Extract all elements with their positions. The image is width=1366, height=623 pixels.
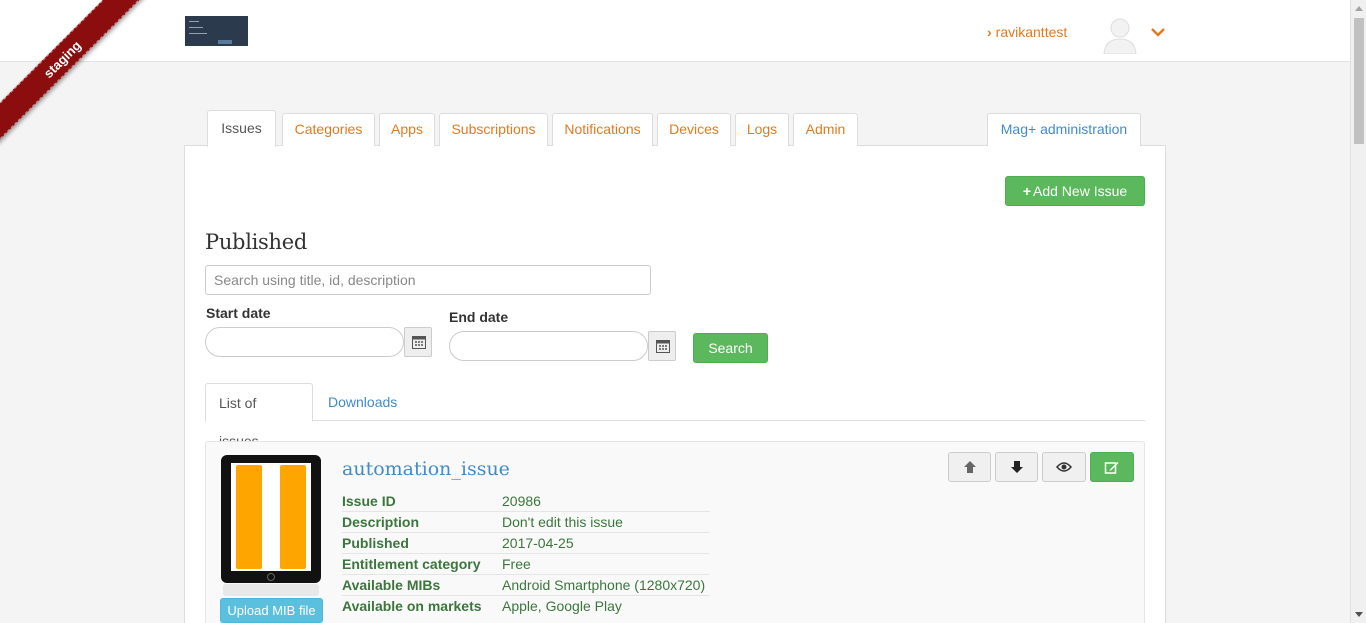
field-label: Available MIBs [342,577,441,593]
search-button[interactable]: Search [693,333,768,363]
end-date-input[interactable] [449,331,648,361]
issue-field-row: Description Don't edit this issue [342,512,710,533]
chevron-right-icon: › [987,24,992,40]
field-label: Description [342,514,420,530]
issue-cover-thumbnail[interactable] [221,455,321,583]
tab-subscriptions[interactable]: Subscriptions [439,113,548,146]
field-label: Entitlement category [342,556,481,572]
calendar-icon [656,340,670,353]
upload-mib-button[interactable]: Upload MIB file [220,598,323,623]
tab-notifications[interactable]: Notifications [552,113,653,146]
issue-field-row: Entitlement category Free [342,554,710,575]
issue-title-link[interactable]: automation_issue [342,458,510,480]
page-scrollbar[interactable] [1350,0,1366,623]
subtab-downloads[interactable]: Downloads [315,383,410,421]
thumbnail-shadow [223,584,319,596]
field-label: Published [342,535,409,551]
arrow-down-icon [1010,461,1023,473]
issue-field-row: Available on markets Apple, Google Play [342,596,710,617]
app-logo[interactable] [185,16,248,46]
scroll-up-icon[interactable] [1355,6,1363,11]
field-value: Apple, Google Play [502,598,622,614]
issue-field-row: Available MIBs Android Smartphone (1280x… [342,575,710,596]
add-new-issue-button[interactable]: + Add New Issue [1005,176,1145,206]
tab-apps[interactable]: Apps [379,113,435,146]
field-value: Don't edit this issue [502,514,623,530]
username: ravikanttest [995,24,1068,40]
page-title: Published [205,230,308,254]
edit-issue-button[interactable] [1090,452,1134,482]
top-bar: › ravikanttest [0,0,1350,62]
edit-icon [1104,462,1119,474]
issue-field-row: Published 2017-04-25 [342,533,710,554]
add-new-issue-label: Add New Issue [1033,183,1128,199]
issue-field-row: Issue ID 20986 [342,491,710,512]
eye-icon [1056,462,1072,472]
tab-mag-administration[interactable]: Mag+ administration [987,113,1141,146]
ribbon-label: staging [0,0,149,146]
field-value: Android Smartphone (1280x720) [502,577,706,593]
arrow-up-icon [963,461,976,473]
issue-subtabs: List of issues Downloads [205,383,1145,449]
subtab-list-of-issues[interactable]: List of issues [205,383,313,449]
tab-admin[interactable]: Admin [793,113,858,146]
environment-ribbon: staging [0,0,150,150]
chevron-down-icon[interactable] [1150,24,1166,40]
start-date-input[interactable] [205,327,404,357]
search-input[interactable] [205,265,651,295]
field-label: Issue ID [342,493,396,509]
plus-icon: + [1022,183,1031,199]
end-date-calendar-button[interactable] [648,331,676,361]
field-value: 2017-04-25 [502,535,574,551]
tab-categories[interactable]: Categories [282,113,375,146]
scroll-down-icon[interactable] [1355,612,1363,617]
avatar[interactable] [1101,14,1139,54]
end-date-label: End date [449,309,509,325]
field-value: Free [502,556,531,572]
start-date-calendar-button[interactable] [404,327,432,357]
start-date-label: Start date [206,305,271,321]
preview-button[interactable] [1042,452,1086,482]
move-up-button[interactable] [948,452,991,482]
scroll-thumb[interactable] [1354,18,1364,144]
tab-logs[interactable]: Logs [735,113,789,146]
move-down-button[interactable] [995,452,1038,482]
tab-issues[interactable]: Issues [207,110,276,147]
calendar-icon [412,336,426,349]
tab-devices[interactable]: Devices [657,113,731,146]
field-value: 20986 [502,493,541,509]
user-menu-link[interactable]: › ravikanttest [987,24,1067,40]
field-label: Available on markets [342,598,482,614]
